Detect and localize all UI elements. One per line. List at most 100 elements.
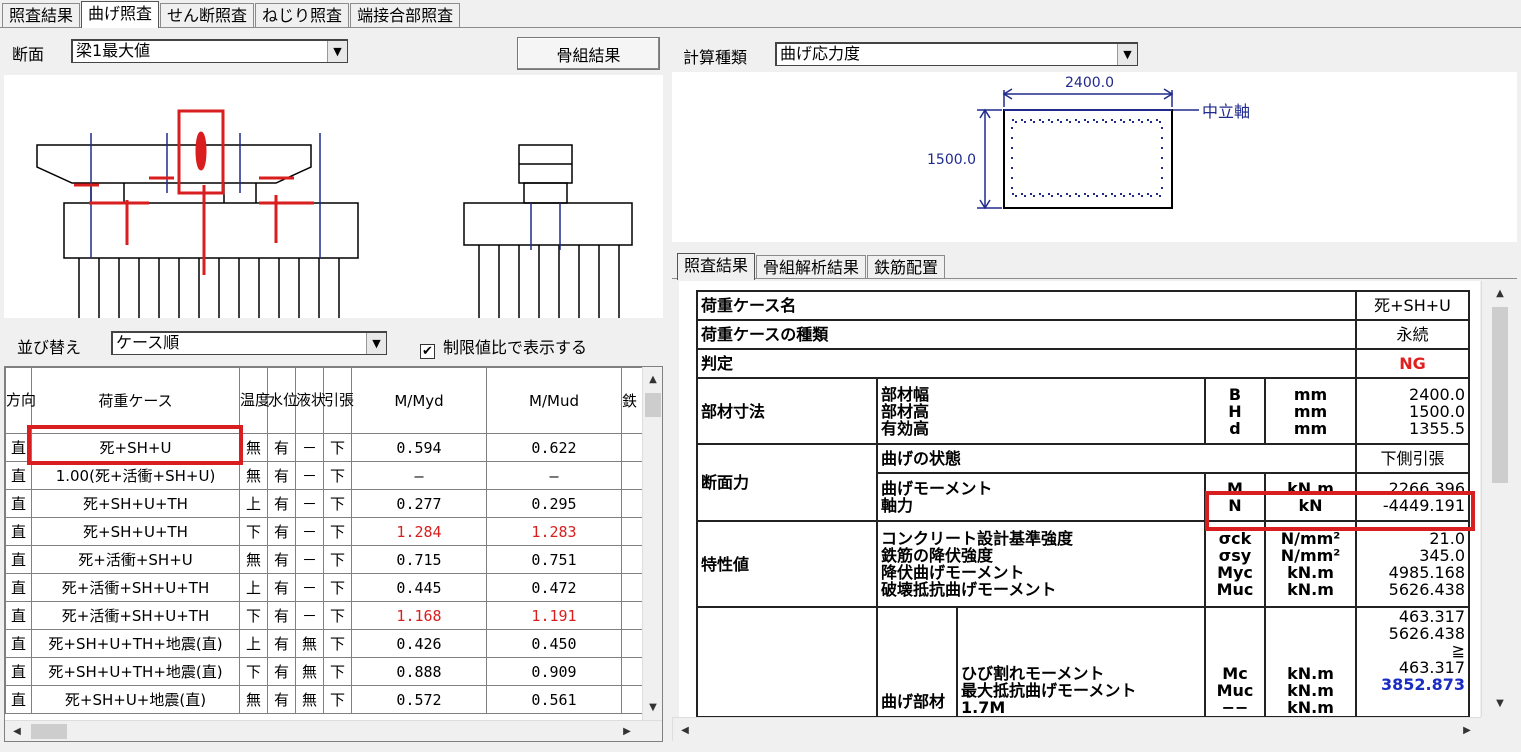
hscroll-thumb[interactable]: [31, 724, 67, 739]
tension-cell: 下: [323, 657, 352, 686]
load-case-cell: 死+SH+U+TH: [31, 517, 240, 546]
table-row[interactable]: 直死+SH+U+地震(直) 無有無下 0.572 0.561: [5, 685, 643, 714]
m-myd-cell: 0.594: [351, 433, 487, 462]
tab-frame-analysis[interactable]: 骨組解析結果: [756, 255, 867, 279]
result-scroll-thumb[interactable]: [1492, 307, 1508, 483]
header-temperature: 温度: [239, 367, 270, 434]
tension-cell: 下: [323, 461, 352, 490]
load-case-cell: 死+SH+U+TH+地震(直): [31, 629, 240, 658]
row-properties: 特性値 コンクリート設計基準強度 鉄筋の降伏強度 降伏曲げモーメント 破壊抵抗曲げモー…: [696, 520, 1470, 608]
cross-section-drawing: 2400.0 1500.0 中立軸: [927, 75, 1250, 210]
header-load-case: 荷重ケース: [31, 367, 240, 434]
table-row[interactable]: 直死+SH+U+TH 下有－下 1.284 1.283: [5, 517, 643, 546]
force-names: 曲げモーメント 軸力: [876, 472, 1206, 522]
bend-part-label: 曲げ部材: [876, 606, 958, 717]
result-horizontal-scrollbar[interactable]: ◀ ▶: [672, 717, 1481, 741]
rebar-cell: [621, 545, 643, 574]
scroll-left-icon[interactable]: ◀: [675, 720, 695, 740]
bend-units: kN.m kN.m kN.m: [1264, 606, 1357, 717]
m-myd-cell: 0.426: [351, 629, 487, 658]
limit-ratio-checkbox[interactable]: ✔ 制限値比で表示する: [420, 334, 587, 359]
m-mud-cell: 0.561: [486, 685, 622, 714]
calc-type-select[interactable]: 曲げ応力度 ▼: [775, 42, 1138, 66]
tab-end-joint-check[interactable]: 端接合部照査: [350, 3, 461, 27]
direction-cell: 直: [5, 545, 32, 574]
m-mud-cell: 0.622: [486, 433, 622, 462]
temperature-cell: 無: [239, 433, 268, 462]
temperature-cell: 下: [239, 657, 268, 686]
temperature-cell: 下: [239, 601, 268, 630]
table-row[interactable]: 直死+SH+U+TH+地震(直) 下有無下 0.888 0.909: [5, 657, 643, 686]
neutral-axis-label: 中立軸: [1202, 102, 1250, 121]
header-liquefaction: 液状: [295, 367, 326, 434]
prop-label: 特性値: [696, 520, 878, 608]
row-bending-member: 曲げ部材 ひび割れモーメント 最大抵抗曲げモーメント 1.7M Mc Muc −− kN…: [696, 606, 1470, 717]
table-row[interactable]: 直死+SH+U+TH 上有－下 0.277 0.295: [5, 489, 643, 518]
tab-torsion-check[interactable]: ねじり照査: [255, 3, 350, 27]
m-mud-cell: 1.191: [486, 601, 622, 630]
scroll-right-icon[interactable]: ▶: [617, 721, 637, 741]
pier-elevation-drawing: [36, 109, 633, 318]
table-row[interactable]: 直死+活衝+SH+U+TH 下有－下 1.168 1.191: [5, 601, 643, 630]
chevron-down-icon[interactable]: ▼: [1117, 44, 1137, 65]
scroll-right-icon[interactable]: ▶: [1457, 720, 1477, 740]
m-mud-cell: 0.909: [486, 657, 622, 686]
table-row[interactable]: 直 1.00(死+活衝+SH+U) 無有－下 — —: [5, 461, 643, 490]
direction-cell: 直: [5, 489, 32, 518]
bend-empty-cell: [696, 606, 878, 717]
calc-type-value: 曲げ応力度: [780, 44, 861, 63]
chevron-down-icon[interactable]: ▼: [366, 333, 386, 354]
bend-state-label: 曲げの状態: [876, 443, 1357, 474]
bend-values: 463.317 5626.438 ≧ 463.317 3852.873: [1355, 606, 1470, 717]
tab-check-result[interactable]: 照査結果: [677, 253, 756, 280]
frame-results-button[interactable]: 骨組結果: [517, 37, 660, 70]
load-case-cell: 死+活衝+SH+U: [31, 545, 240, 574]
scroll-left-icon[interactable]: ◀: [7, 721, 27, 741]
case-table: 方向 荷重ケース 温度 水位 液状 引張 M/Myd M/Mud 鉄 直死+SH…: [5, 367, 643, 714]
section-value: 梁1最大値: [76, 41, 151, 60]
top-tabbar: 照査結果 曲げ照査 せん断照査 ねじり照査 端接合部照査: [2, 0, 461, 28]
chevron-down-icon[interactable]: ▼: [327, 41, 347, 62]
temperature-cell: 下: [239, 517, 268, 546]
section-select[interactable]: 梁1最大値 ▼: [71, 39, 348, 63]
load-case-cell: 死+SH+U+TH: [31, 489, 240, 518]
grid-vertical-scrollbar[interactable]: ▲ ▼: [642, 367, 662, 720]
prop-values: 21.0 345.0 4985.168 5626.438: [1355, 520, 1470, 608]
table-row[interactable]: 直死+活衝+SH+U+TH 上有－下 0.445 0.472: [5, 573, 643, 602]
direction-cell: 直: [5, 461, 32, 490]
result-vertical-scrollbar[interactable]: ▲ ▼: [1481, 281, 1517, 717]
checkbox-check-icon[interactable]: ✔: [420, 344, 435, 359]
scroll-up-icon[interactable]: ▲: [1490, 283, 1510, 303]
result-tabbar: 照査結果 骨組解析結果 鉄筋配置: [677, 252, 946, 280]
scroll-thumb[interactable]: [645, 393, 661, 417]
temperature-cell: 無: [239, 685, 268, 714]
highlight-selected-case: [27, 425, 243, 465]
tab-shear-check[interactable]: せん断照査: [160, 3, 255, 27]
rebar-cell: [621, 657, 643, 686]
table-row[interactable]: 直死+SH+U+TH+地震(直) 上有無下 0.426 0.450: [5, 629, 643, 658]
case-type-value: 永続: [1355, 319, 1470, 350]
bend-symbols: Mc Muc −−: [1204, 606, 1266, 717]
water-level-cell: 有: [267, 685, 296, 714]
tab-bending-check[interactable]: 曲げ照査: [81, 1, 160, 28]
direction-cell: 直: [5, 573, 32, 602]
row-case-type: 荷重ケースの種類 永続: [696, 319, 1470, 350]
tension-cell: 下: [323, 629, 352, 658]
sort-select[interactable]: ケース順 ▼: [111, 331, 387, 355]
scroll-down-icon[interactable]: ▼: [643, 697, 662, 717]
rebar-cell: [621, 489, 643, 518]
row-case-name: 荷重ケース名 死+SH+U: [696, 290, 1470, 321]
table-row[interactable]: 直死+活衝+SH+U 無有－下 0.715 0.751: [5, 545, 643, 574]
scroll-up-icon[interactable]: ▲: [643, 369, 662, 389]
grid-horizontal-scrollbar[interactable]: ◀ ▶: [5, 720, 662, 741]
dims-values: 2400.0 1500.0 1355.5: [1355, 377, 1470, 445]
water-level-cell: 有: [267, 601, 296, 630]
prop-units: N/mm² N/mm² kN.m kN.m: [1264, 520, 1357, 608]
tab-rebar-layout[interactable]: 鉄筋配置: [867, 255, 946, 279]
liquefaction-cell: －: [295, 545, 324, 574]
m-myd-cell: 0.572: [351, 685, 487, 714]
tab-check-results[interactable]: 照査結果: [2, 3, 81, 27]
highlight-axial-force: [1205, 491, 1475, 531]
scroll-down-icon[interactable]: ▼: [1490, 693, 1510, 713]
header-direction: 方向: [5, 367, 36, 434]
